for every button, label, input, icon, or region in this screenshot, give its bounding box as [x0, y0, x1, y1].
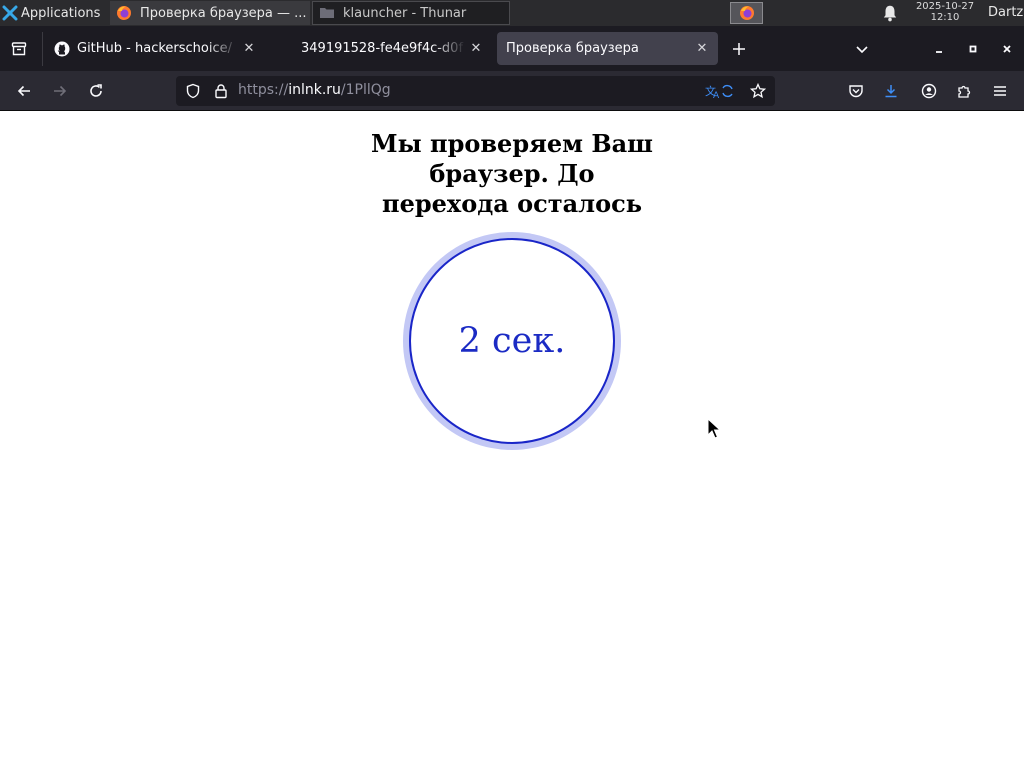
taskbar-clock[interactable]: 2025-10-27 12:10 [908, 1, 982, 23]
close-icon [1003, 45, 1011, 53]
lock-icon[interactable] [213, 83, 229, 99]
firefox-icon [117, 6, 131, 20]
chevron-down-icon [856, 46, 868, 54]
tab-separator [42, 32, 43, 66]
url-host: inlnk.ru [288, 82, 341, 98]
countdown-text: 2 сек. [458, 321, 566, 361]
translate-icon[interactable]: 文 A [704, 83, 734, 99]
app-menu-button[interactable] [988, 79, 1012, 103]
minimize-window-button[interactable] [928, 38, 950, 60]
forward-button[interactable] [48, 79, 72, 103]
heading-line: Мы проверяем Ваш [371, 129, 653, 158]
applications-label: Applications [21, 5, 101, 21]
taskbar-task-firefox[interactable]: Проверка браузера — ... [110, 1, 310, 25]
clock-date: 2025-10-27 [915, 1, 975, 12]
pocket-icon [849, 85, 863, 98]
taskbar-task-thunar[interactable]: klauncher - Thunar [312, 1, 510, 25]
browser-tab-bar: GitHub - hackerschoice/ ✕ 349191528-fe4e… [0, 26, 1024, 71]
list-all-tabs-button[interactable] [851, 38, 873, 60]
download-icon [885, 85, 897, 98]
xfce-logo-icon [2, 5, 18, 21]
clock-time: 12:10 [930, 12, 960, 23]
close-tab-icon[interactable]: ✕ [692, 39, 712, 59]
close-tab-icon[interactable]: ✕ [466, 39, 486, 59]
page-heading: Мы проверяем Ваш браузер. До перехода ос… [312, 129, 712, 219]
extensions-button[interactable] [952, 79, 976, 103]
folder-icon [320, 8, 334, 18]
url-path: /1PllQg [340, 82, 391, 98]
account-icon [921, 83, 937, 99]
tab-label: Проверка браузера [506, 41, 639, 56]
plus-icon [733, 43, 745, 55]
downloads-button[interactable] [879, 79, 903, 103]
puzzle-icon [958, 85, 971, 98]
close-tab-icon[interactable]: ✕ [239, 39, 259, 59]
hamburger-menu-icon [994, 86, 1006, 96]
desktop-taskbar: Applications Проверка браузера — ... kla… [0, 0, 1024, 26]
firefox-view-icon [11, 42, 27, 56]
maximize-window-button[interactable] [962, 38, 984, 60]
tab-label: 349191528-fe4e9f4c-d0f [301, 41, 464, 56]
tab-browser-check[interactable]: Проверка браузера ✕ [497, 32, 718, 65]
url-text[interactable]: https://inlnk.ru/1PllQg [238, 82, 391, 98]
new-tab-button[interactable] [728, 38, 750, 60]
tab-image[interactable]: 349191528-fe4e9f4c-d0f ✕ [292, 32, 492, 65]
tab-label: GitHub - hackerschoice/ [77, 41, 233, 56]
github-icon [54, 41, 70, 56]
url-scheme: https:// [238, 82, 289, 98]
address-bar[interactable]: https://inlnk.ru/1PllQg 文 A [176, 76, 775, 106]
tab-github[interactable]: GitHub - hackerschoice/ ✕ [45, 32, 265, 65]
navigation-toolbar: https://inlnk.ru/1PllQg 文 A [0, 71, 1024, 111]
arrow-right-icon [54, 85, 67, 97]
mouse-cursor-icon [707, 418, 721, 439]
user-menu[interactable]: Dartz [988, 0, 1023, 26]
close-window-button[interactable] [996, 38, 1018, 60]
taskbar-task-label: klauncher - Thunar [343, 5, 467, 21]
reload-icon [90, 84, 102, 97]
minimize-icon [936, 51, 942, 53]
page-content: Мы проверяем Ваш браузер. До перехода ос… [0, 111, 1024, 768]
svg-text:A: A [713, 91, 720, 99]
notification-bell-icon[interactable] [881, 4, 899, 22]
countdown-circle: 2 сек. [409, 238, 615, 444]
maximize-icon [969, 45, 977, 53]
taskbar-task-label: Проверка браузера — ... [140, 5, 307, 21]
firefox-icon [739, 6, 754, 20]
account-button[interactable] [917, 79, 941, 103]
firefox-view-button[interactable] [8, 38, 30, 60]
arrow-left-icon [17, 85, 30, 97]
applications-menu-button[interactable]: Applications [0, 0, 110, 26]
reload-button[interactable] [84, 79, 108, 103]
heading-line: браузер. До [429, 159, 595, 188]
firefox-launcher-button[interactable] [730, 2, 763, 24]
pocket-button[interactable] [844, 79, 868, 103]
bookmark-star-icon[interactable] [750, 83, 766, 99]
heading-line: перехода осталось [382, 189, 642, 218]
back-button[interactable] [12, 79, 36, 103]
tracking-protection-shield-icon[interactable] [185, 83, 201, 99]
